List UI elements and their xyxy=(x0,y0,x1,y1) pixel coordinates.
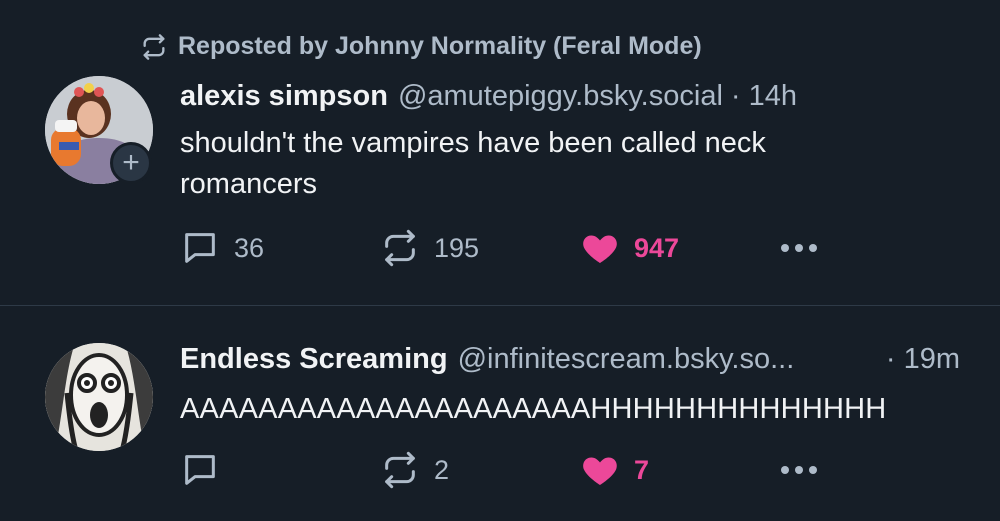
post-timestamp[interactable]: 14h xyxy=(749,80,797,113)
follow-button[interactable]: + xyxy=(110,142,152,184)
repost-button[interactable]: 2 xyxy=(380,450,449,490)
repost-icon xyxy=(385,229,415,267)
post-header: alexis simpson @amutepiggy.bsky.social ·… xyxy=(180,80,797,113)
reply-count: 36 xyxy=(234,232,265,263)
repost-icon xyxy=(385,451,415,489)
heart-icon xyxy=(583,235,617,263)
post-text: shouldn't the vampires have been called … xyxy=(180,127,766,200)
reply-bubble-icon xyxy=(185,455,215,485)
reply-button[interactable] xyxy=(180,450,234,490)
repost-icon xyxy=(143,33,165,60)
repost-indicator[interactable]: Reposted by Johnny Normality (Feral Mode… xyxy=(140,32,702,61)
repost-count: 2 xyxy=(434,454,450,485)
post-header: Endless Screaming @infinitescream.bsky.s… xyxy=(180,343,960,376)
post-divider xyxy=(0,305,1000,306)
more-dots-icon xyxy=(781,244,817,252)
repost-label: Reposted by Johnny Normality (Feral Mode… xyxy=(178,32,702,60)
reply-bubble-icon xyxy=(185,233,215,263)
post-actions: 2 7 xyxy=(180,450,840,490)
more-dots-icon xyxy=(781,466,817,474)
like-button[interactable]: 947 xyxy=(580,228,679,268)
more-options-button[interactable] xyxy=(776,234,822,262)
reply-button[interactable]: 36 xyxy=(180,228,264,268)
author-display-name[interactable]: Endless Screaming xyxy=(180,343,448,376)
author-handle[interactable]: @amutepiggy.bsky.social xyxy=(398,80,723,113)
post-text: AAAAAAAAAAAAAAAAAAAAAHHHHHHHHHHHHHH xyxy=(180,393,887,425)
author-handle[interactable]: @infinitescream.bsky.so... xyxy=(458,343,795,376)
avatar-image xyxy=(45,343,153,451)
repost-count: 195 xyxy=(434,232,480,263)
plus-icon: + xyxy=(122,146,140,179)
post-actions: 36 195 947 xyxy=(180,228,840,268)
post-timestamp[interactable]: 19m xyxy=(904,343,960,376)
separator: · xyxy=(730,80,741,112)
author-display-name[interactable]: alexis simpson xyxy=(180,80,388,113)
repost-button[interactable]: 195 xyxy=(380,228,479,268)
heart-icon xyxy=(583,457,617,485)
like-count: 947 xyxy=(634,232,680,263)
separator: · xyxy=(885,343,896,375)
like-button[interactable]: 7 xyxy=(580,450,649,490)
avatar[interactable] xyxy=(45,343,153,451)
feed-post[interactable]: Reposted by Johnny Normality (Feral Mode… xyxy=(0,0,1000,305)
like-count: 7 xyxy=(634,454,650,485)
more-options-button[interactable] xyxy=(776,456,822,484)
